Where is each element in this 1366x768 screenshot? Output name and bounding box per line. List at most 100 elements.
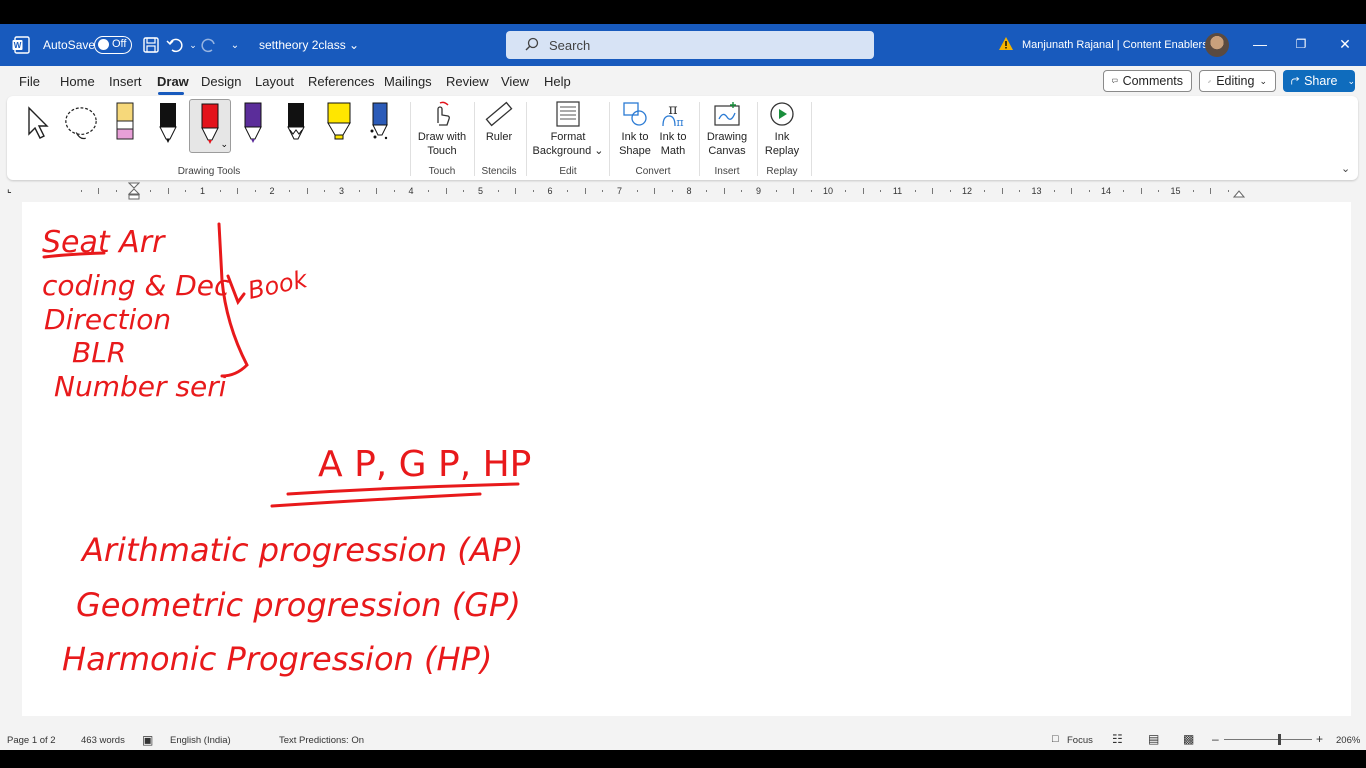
customize-qat-icon[interactable]: ⌄ [226, 36, 244, 54]
tab-view[interactable]: View [501, 74, 529, 89]
horizontal-ruler[interactable]: ⌞ 1 2 3 4 5 6 7 8 9 10 11 12 13 14 15 [0, 182, 1366, 200]
tab-draw[interactable]: Draw [157, 74, 189, 89]
ink-to-shape-icon [623, 102, 647, 126]
ink-to-shape-line1: Ink to [621, 131, 649, 143]
tab-stop-selector-icon[interactable]: ⌞ [7, 184, 12, 195]
comments-button[interactable]: Comments [1103, 70, 1192, 92]
ruler-number: 1 [199, 186, 206, 196]
format-background-button[interactable]: Format Background ⌄ [532, 100, 604, 158]
autosave-toggle[interactable]: Off [94, 36, 132, 54]
tab-design[interactable]: Design [201, 74, 241, 89]
read-mode-icon[interactable]: ☷ [1112, 732, 1123, 746]
eraser-tool[interactable] [107, 102, 143, 144]
tab-layout[interactable]: Layout [255, 74, 294, 89]
svg-text:W: W [14, 41, 22, 50]
text-predictions[interactable]: Text Predictions: On [279, 735, 364, 746]
chevron-down-icon: ⌄ [1259, 75, 1267, 86]
zoom-level[interactable]: 206% [1336, 735, 1360, 746]
ink-to-shape-button[interactable]: Ink to Shape [615, 100, 655, 158]
ruler-tick [237, 188, 239, 194]
tab-home[interactable]: Home [60, 74, 95, 89]
drawing-canvas-icon [714, 102, 740, 126]
ruler-button[interactable]: Ruler [479, 100, 519, 144]
word-count[interactable]: 463 words [81, 735, 125, 746]
comment-icon [1112, 78, 1118, 84]
tab-help[interactable]: Help [544, 74, 571, 89]
tab-insert[interactable]: Insert [109, 74, 142, 89]
separator [609, 102, 610, 176]
redo-icon[interactable] [200, 36, 218, 54]
ink-to-math-button[interactable]: ππ Ink to Math [655, 100, 691, 158]
highlighter-yellow[interactable] [321, 102, 357, 144]
ruler-number: 6 [547, 186, 553, 196]
tab-mailings[interactable]: Mailings [384, 74, 432, 89]
ink-layer[interactable]: Seat Arr coding & Dec Direction BLR Numb… [22, 202, 1351, 716]
restore-icon[interactable]: ❐ [1291, 34, 1311, 54]
vertical-scrollbar[interactable] [1352, 200, 1366, 720]
close-icon[interactable]: ✕ [1335, 34, 1355, 54]
focus-icon[interactable]: □ [1052, 733, 1059, 745]
zoom-slider-track[interactable] [1224, 739, 1312, 740]
zoom-in-button[interactable]: + [1316, 732, 1323, 746]
ink-replay-button[interactable]: Ink Replay [761, 100, 803, 158]
web-layout-icon[interactable]: ▩ [1183, 732, 1194, 746]
status-bar: Page 1 of 2 463 words ▣ English (India) … [0, 730, 1366, 750]
ruler-number: 10 [822, 186, 834, 196]
separator [526, 102, 527, 176]
pen-options-chevron-icon[interactable]: ⌄ [220, 139, 228, 150]
ruler-number: 8 [686, 186, 692, 196]
warning-icon[interactable] [998, 36, 1014, 52]
document-title[interactable]: settheory 2class ⌄ [259, 38, 359, 52]
search-box[interactable]: Search [506, 31, 874, 59]
ruler-number: 7 [616, 186, 623, 196]
pen-black-pattern[interactable] [278, 102, 314, 144]
zoom-slider-thumb[interactable] [1278, 734, 1281, 745]
tab-review[interactable]: Review [446, 74, 489, 89]
ruler-label: Ruler [485, 131, 513, 143]
language-indicator[interactable]: English (India) [170, 735, 231, 746]
proofing-icon[interactable]: ▣ [142, 733, 153, 747]
undo-icon[interactable] [166, 36, 184, 54]
select-tool[interactable] [19, 102, 55, 144]
svg-text:π: π [676, 116, 683, 128]
tab-file[interactable]: File [19, 74, 40, 89]
pen-black[interactable] [150, 102, 186, 144]
pen-purple[interactable] [235, 102, 271, 144]
ruler-tick [602, 190, 604, 192]
ink-replay-icon [770, 102, 794, 126]
pen-red-selected[interactable]: ⌄ [189, 99, 231, 153]
editing-mode-button[interactable]: Editing ⌄ [1199, 70, 1276, 92]
lasso-tool[interactable] [63, 102, 99, 144]
zoom-out-button[interactable]: – [1212, 732, 1219, 746]
ruler-number: 15 [1170, 186, 1181, 196]
save-icon[interactable] [142, 36, 160, 54]
draw-with-touch-line1: Draw with [417, 131, 467, 143]
ruler-tick [1210, 188, 1212, 194]
focus-button[interactable]: Focus [1067, 735, 1093, 746]
ruler-tick [1019, 190, 1021, 192]
user-name[interactable]: Manjunath Rajanal | Content Enablers [1022, 39, 1208, 51]
ruler-tick [463, 190, 465, 192]
ruler-tick [1088, 190, 1090, 192]
format-background-line1: Format [550, 131, 586, 143]
ink-heading-underline [286, 482, 520, 496]
word-logo-icon: W [12, 36, 30, 54]
avatar[interactable] [1205, 33, 1229, 57]
document-page[interactable]: Seat Arr coding & Dec Direction BLR Numb… [22, 202, 1351, 716]
ruler-number: 11 [892, 186, 903, 196]
pen-pattern-icon [287, 103, 305, 140]
indent-marker-icon[interactable] [128, 182, 140, 200]
pen-galaxy[interactable] [362, 102, 398, 144]
minimize-icon[interactable]: — [1250, 34, 1270, 54]
right-indent-marker-icon[interactable] [1233, 188, 1245, 198]
share-button[interactable]: Share ⌄ [1283, 70, 1355, 92]
page-count[interactable]: Page 1 of 2 [7, 735, 56, 746]
ribbon-collapse-chevron-icon[interactable]: ⌄ [1341, 162, 1350, 175]
drawing-canvas-button[interactable]: Drawing Canvas [703, 100, 751, 158]
tab-references[interactable]: References [308, 74, 374, 89]
print-layout-icon[interactable]: ▤ [1148, 732, 1159, 746]
ruler-tick [254, 190, 256, 192]
share-dropdown-icon[interactable]: ⌄ [1347, 76, 1355, 87]
draw-with-touch-button[interactable]: Draw with Touch [412, 100, 472, 158]
comments-label: Comments [1122, 74, 1183, 88]
